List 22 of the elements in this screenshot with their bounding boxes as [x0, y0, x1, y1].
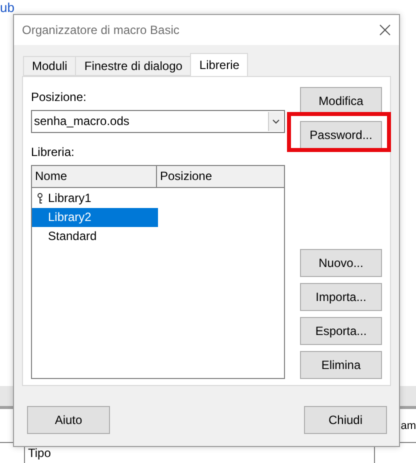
- column-header[interactable]: Nome: [32, 166, 157, 187]
- caret-icon: [268, 112, 283, 131]
- dialog-button[interactable]: Elimina: [300, 351, 382, 379]
- tab[interactable]: Finestre di dialogo: [75, 56, 192, 76]
- list-item[interactable]: Library1: [32, 188, 158, 208]
- dialog-button[interactable]: Nuovo...: [300, 249, 382, 277]
- close-button[interactable]: Chiudi: [304, 406, 387, 434]
- dialog-button[interactable]: Password...: [300, 121, 382, 149]
- field-label: Posizione:: [31, 90, 88, 104]
- dialog-button[interactable]: Importa...: [300, 283, 382, 311]
- tab[interactable]: Librerie: [190, 53, 248, 76]
- list-item[interactable]: Library2: [32, 208, 158, 227]
- help-button[interactable]: Aiuto: [27, 406, 110, 434]
- tab[interactable]: Moduli: [23, 56, 76, 76]
- window-title: Organizzatore di macro Basic: [22, 23, 180, 37]
- field-label: Libreria:: [31, 144, 76, 159]
- column-header[interactable]: Posizione: [157, 166, 283, 187]
- location-dropdown[interactable]: senha_macro.ods: [31, 110, 285, 133]
- dialog-button[interactable]: Esporta...: [300, 317, 382, 345]
- link-text[interactable]: ub: [0, 0, 416, 16]
- close-icon[interactable]: [379, 24, 391, 36]
- list-item[interactable]: Standard: [32, 226, 158, 246]
